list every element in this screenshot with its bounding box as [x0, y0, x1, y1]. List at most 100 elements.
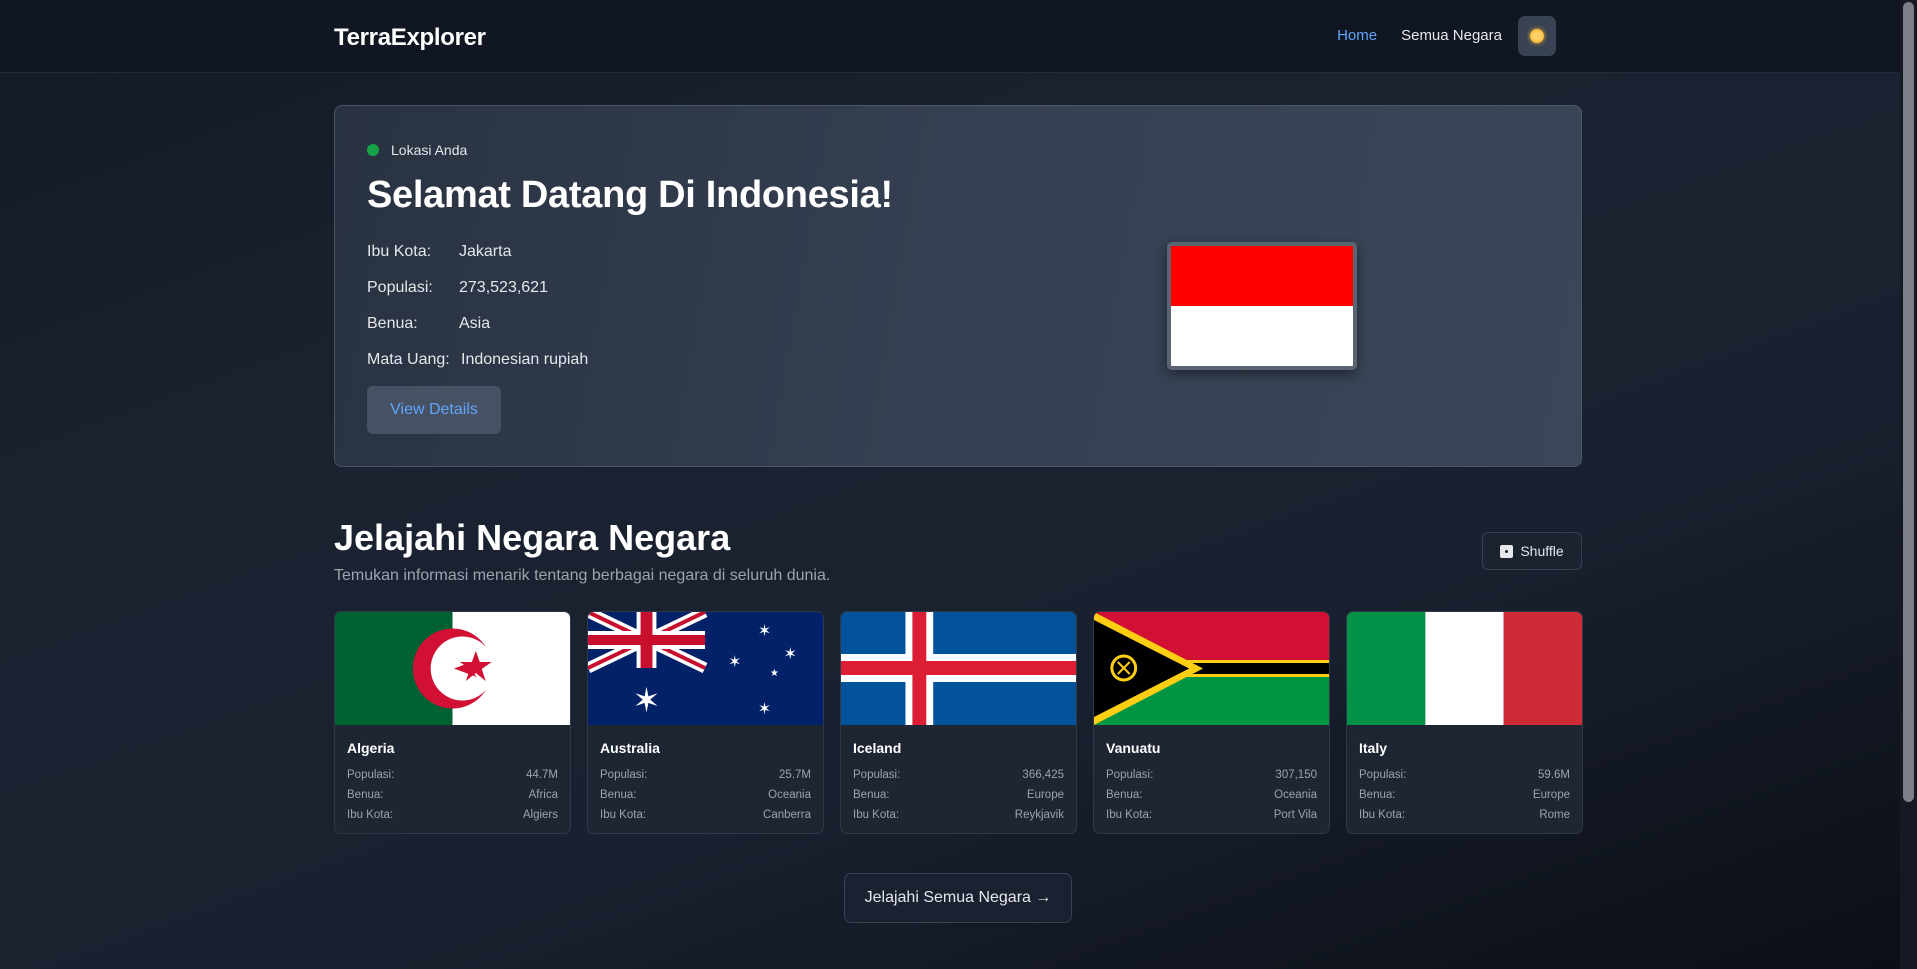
card-country-name: Algeria [347, 740, 395, 756]
card-value: Reykjavik [1014, 809, 1064, 821]
info-value: 273,523,621 [459, 279, 548, 296]
card-value: 25.7M [779, 769, 811, 781]
country-card-vanuatu[interactable]: Vanuatu Populasi: 307,150 Benua: Oceania I… [1093, 611, 1330, 834]
card-label: Ibu Kota: [1359, 809, 1406, 821]
info-row-capital: Ibu Kota: Jakarta [367, 234, 588, 270]
card-label: Benua: [853, 789, 890, 801]
nav-link-home[interactable]: Home [1337, 16, 1377, 56]
svg-text:✶: ✶ [758, 699, 771, 718]
card-label: Ibu Kota: [853, 809, 900, 821]
info-label: Benua: [367, 315, 418, 332]
card-value: 59.6M [1538, 769, 1570, 781]
card-value: Algiers [522, 809, 558, 821]
country-card-australia[interactable]: ✶ ✶ ✶ ✶ ★ ✶ Australia Populasi: 25.7M Ben… [587, 611, 824, 834]
brand-logo[interactable]: TerraExplorer [334, 24, 486, 52]
info-value: Jakarta [459, 243, 512, 260]
australia-flag-image: ✶ ✶ ✶ ✶ ★ ✶ [588, 612, 823, 725]
nav-links: Home Semua Negara [1337, 16, 1556, 56]
navbar: TerraExplorer Home Semua Negara [0, 0, 1900, 73]
explore-all-countries-button[interactable]: Jelajahi Semua Negara → [844, 873, 1072, 923]
svg-text:★: ★ [770, 668, 779, 679]
card-row-population: Populasi: 25.7M [600, 769, 811, 781]
country-info-list: Ibu Kota: Jakarta Populasi: 273,523,621 … [367, 234, 588, 378]
card-label: Populasi: [1106, 769, 1154, 781]
card-value: 307,150 [1275, 769, 1317, 781]
card-row-capital: Ibu Kota: Port Vila [1106, 809, 1317, 821]
card-value: Europe [1532, 789, 1570, 801]
shuffle-button[interactable]: Shuffle [1482, 532, 1582, 570]
info-row-continent: Benua: Asia [367, 306, 588, 342]
algeria-flag-image [335, 612, 570, 725]
location-dot-icon [367, 144, 379, 156]
card-label: Benua: [347, 789, 384, 801]
info-label: Ibu Kota: [367, 243, 432, 260]
card-row-capital: Ibu Kota: Algiers [347, 809, 558, 821]
card-label: Populasi: [600, 769, 648, 781]
italy-flag-image [1347, 612, 1582, 725]
info-value: Asia [459, 315, 491, 332]
hero-title: Selamat Datang Di Indonesia! [367, 174, 893, 216]
card-value: Oceania [768, 789, 811, 801]
view-details-button[interactable]: View Details [367, 386, 501, 434]
card-row-capital: Ibu Kota: Reykjavik [853, 809, 1064, 821]
card-row-population: Populasi: 307,150 [1106, 769, 1317, 781]
flag-stripe-red [1171, 246, 1353, 306]
indonesia-flag-image [1167, 242, 1357, 370]
card-label: Populasi: [347, 769, 395, 781]
card-label: Ibu Kota: [1106, 809, 1153, 821]
card-row-continent: Benua: Oceania [600, 789, 811, 801]
card-value: Port Vila [1273, 809, 1317, 821]
card-row-capital: Ibu Kota: Rome [1359, 809, 1570, 821]
section-subtitle: Temukan informasi menarik tentang berbag… [334, 567, 831, 584]
card-row-continent: Benua: Europe [1359, 789, 1570, 801]
info-row-currency: Mata Uang: Indonesian rupiah [367, 342, 588, 378]
nav-link-all-countries[interactable]: Semua Negara [1401, 16, 1502, 56]
card-row-continent: Benua: Oceania [1106, 789, 1317, 801]
card-label: Populasi: [1359, 769, 1407, 781]
card-label: Populasi: [853, 769, 901, 781]
dice-icon [1500, 544, 1514, 558]
scrollbar-thumb[interactable] [1903, 2, 1914, 802]
card-value: Oceania [1274, 789, 1317, 801]
card-label: Benua: [600, 789, 637, 801]
shuffle-label: Shuffle [1520, 543, 1564, 559]
theme-toggle-button[interactable] [1518, 16, 1556, 56]
card-value: Europe [1026, 789, 1064, 801]
svg-text:✶: ✶ [632, 681, 660, 720]
card-value: Africa [528, 789, 558, 801]
vanuatu-flag-image [1094, 612, 1329, 725]
card-value: 366,425 [1022, 769, 1064, 781]
card-row-continent: Benua: Europe [853, 789, 1064, 801]
card-value: Canberra [763, 809, 811, 821]
country-card-iceland[interactable]: Iceland Populasi: 366,425 Benua: Europe Ib… [840, 611, 1077, 834]
svg-text:✶: ✶ [758, 621, 771, 640]
location-label: Lokasi Anda [391, 142, 468, 158]
card-label: Benua: [1359, 789, 1396, 801]
card-row-continent: Benua: Africa [347, 789, 558, 801]
info-row-population: Populasi: 273,523,621 [367, 270, 588, 306]
scrollbar[interactable] [1900, 0, 1917, 969]
svg-text:✶: ✶ [728, 652, 741, 671]
info-label: Populasi: [367, 279, 433, 296]
card-country-name: Iceland [853, 740, 902, 756]
card-value: Rome [1539, 809, 1570, 821]
hero-card: Lokasi Anda Selamat Datang Di Indonesia!… [334, 105, 1582, 467]
info-value: Indonesian rupiah [461, 351, 589, 368]
card-value: 44.7M [526, 769, 558, 781]
card-label: Benua: [1106, 789, 1143, 801]
flag-stripe-white [1171, 306, 1353, 366]
country-card-algeria[interactable]: Algeria Populasi: 44.7M Benua: Africa Ibu … [334, 611, 571, 834]
card-label: Ibu Kota: [347, 809, 394, 821]
country-card-italy[interactable]: Italy Populasi: 59.6M Benua: Europe Ibu Ko… [1346, 611, 1583, 834]
section-title: Jelajahi Negara Negara [334, 517, 731, 558]
info-label: Mata Uang: [367, 351, 450, 368]
sun-icon [1530, 29, 1544, 43]
svg-text:✶: ✶ [784, 644, 797, 663]
card-row-population: Populasi: 44.7M [347, 769, 558, 781]
card-label: Ibu Kota: [600, 809, 647, 821]
card-country-name: Vanuatu [1106, 740, 1161, 756]
card-row-capital: Ibu Kota: Canberra [600, 809, 811, 821]
location-indicator: Lokasi Anda [367, 142, 467, 158]
card-country-name: Australia [600, 740, 660, 756]
card-country-name: Italy [1359, 740, 1388, 756]
